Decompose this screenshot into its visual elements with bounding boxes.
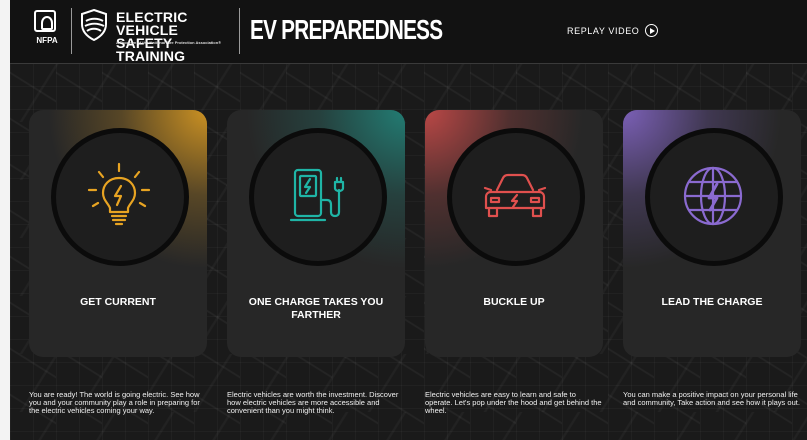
- nfpa-flame-icon: [34, 10, 56, 32]
- brand-title-line1: ELECTRIC VEHICLE: [116, 9, 188, 38]
- header: NFPA ELECTRIC VEHICLE SAFETY TRAINING A …: [10, 0, 807, 64]
- header-divider-2: [239, 8, 240, 54]
- lightbulb-icon: [87, 162, 151, 226]
- card-label: BUCKLE UP: [483, 296, 545, 308]
- nfpa-logo[interactable]: NFPA: [30, 8, 64, 48]
- card-label: ONE CHARGE TAKES YOU FARTHER: [248, 296, 384, 321]
- electric-globe-icon: [683, 166, 743, 226]
- card-label: LEAD THE CHARGE: [661, 296, 763, 308]
- header-divider: [71, 8, 72, 54]
- card-get-current[interactable]: GET CURRENT: [29, 110, 207, 357]
- electric-car-icon: [483, 173, 547, 218]
- card-description-one-charge: Electric vehicles are worth the investme…: [227, 390, 399, 415]
- play-circle-icon: [645, 24, 659, 37]
- evst-shield-icon: [81, 9, 107, 41]
- card-one-charge[interactable]: ONE CHARGE TAKES YOU FARTHER: [227, 110, 405, 357]
- card-lead-the-charge[interactable]: LEAD THE CHARGE: [623, 110, 801, 357]
- brand-title: ELECTRIC VEHICLE SAFETY TRAINING: [116, 9, 242, 63]
- card-buckle-up[interactable]: BUCKLE UP: [425, 110, 603, 357]
- charging-station-icon: [289, 168, 345, 222]
- card-description-get-current: You are ready! The world is going electr…: [29, 390, 200, 415]
- replay-video-button[interactable]: REPLAY VIDEO: [567, 24, 659, 37]
- card-description-lead-the-charge: You can make a positive impact on your p…: [623, 390, 800, 407]
- nfpa-logo-text: NFPA: [36, 36, 58, 45]
- page-title: EV PREPAREDNESS: [250, 14, 443, 45]
- card-description-buckle-up: Electric vehicles are easy to learn and …: [425, 390, 602, 415]
- brand-subtitle: A Program of the National Fire Protectio…: [116, 40, 222, 45]
- app-frame: NFPA ELECTRIC VEHICLE SAFETY TRAINING A …: [10, 0, 807, 440]
- replay-video-label: REPLAY VIDEO: [567, 25, 640, 36]
- card-label: GET CURRENT: [80, 296, 156, 308]
